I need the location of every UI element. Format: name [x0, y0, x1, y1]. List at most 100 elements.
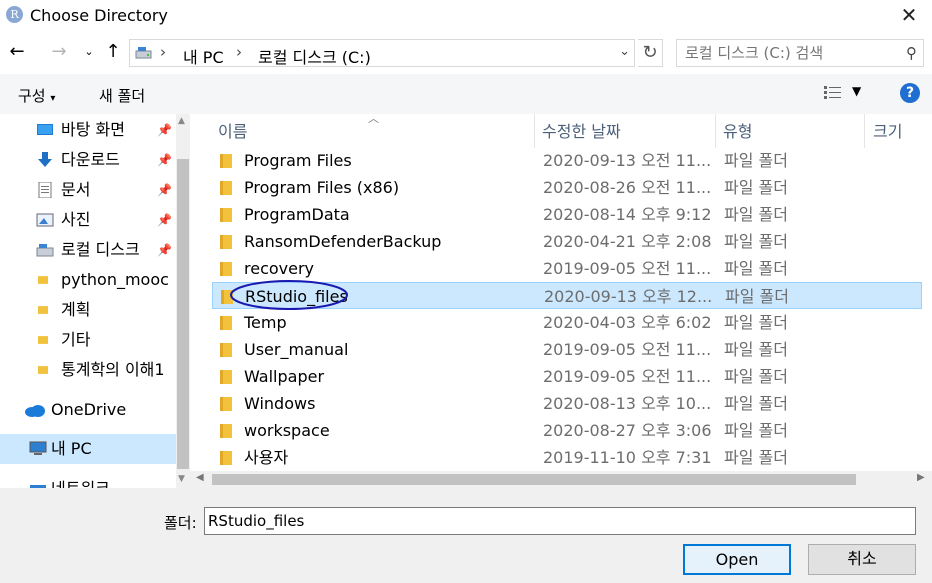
recent-locations-button[interactable]: ⌄	[78, 41, 100, 63]
column-header-date[interactable]: 수정한 날짜	[542, 118, 621, 142]
sidebar-item-statistics[interactable]: 통계학의 이해1	[0, 355, 176, 385]
navigation-bar: ← → ⌄ ↑ › 내 PC › 로컬 디스크 (C:) ⌄ ↻ ⚲	[0, 32, 932, 74]
file-row[interactable]: RansomDefenderBackup 2020-04-21 오후 2:08 파일…	[212, 228, 922, 255]
file-row[interactable]: ProgramData 2020-08-14 오후 9:12 파일 폴더	[212, 201, 922, 228]
sidebar-item-desktop[interactable]: 바탕 화면 📌	[0, 115, 176, 145]
file-row[interactable]: Wallpaper 2019-09-05 오전 11... 파일 폴더	[212, 363, 922, 390]
file-date: 2020-08-13 오후 10...	[543, 394, 712, 413]
title-bar: R Choose Directory ✕	[0, 0, 932, 32]
organize-button[interactable]: 구성 ▾	[18, 85, 55, 106]
folder-icon	[38, 336, 48, 344]
file-date: 2019-09-05 오전 11...	[543, 340, 712, 359]
search-input[interactable]	[685, 43, 885, 63]
pin-icon: 📌	[157, 183, 172, 197]
file-row[interactable]: RStudio_files 2020-09-13 오후 12... 파일 폴더	[212, 280, 922, 310]
file-row[interactable]: Program Files (x86) 2020-08-26 오전 11... 파일…	[212, 174, 922, 201]
file-row[interactable]: Program Files 2020-09-13 오전 11... 파일 폴더	[212, 147, 922, 174]
column-header-name[interactable]: 이름	[218, 118, 247, 142]
sidebar-item-label: 바탕 화면	[61, 120, 125, 139]
file-date: 2020-08-14 오후 9:12	[543, 205, 712, 224]
scrollbar-thumb[interactable]	[177, 159, 189, 469]
open-button[interactable]: Open	[683, 544, 791, 575]
sidebar-item-this-pc[interactable]: 내 PC	[0, 434, 176, 464]
file-type: 파일 폴더	[724, 178, 788, 197]
close-icon[interactable]: ✕	[886, 0, 932, 32]
file-row[interactable]: 사용자 2019-11-10 오후 7:31 파일 폴더	[212, 444, 922, 471]
file-date: 2020-09-13 오전 11...	[543, 151, 712, 170]
sidebar-item-python-mooc[interactable]: python_mooc	[0, 265, 176, 295]
column-divider[interactable]	[864, 114, 865, 148]
sidebar-item-label: python_mooc	[61, 270, 169, 289]
download-icon	[38, 152, 52, 167]
drive-icon	[135, 47, 152, 59]
file-date: 2020-04-03 오후 6:02	[543, 313, 712, 332]
sidebar-item-plan[interactable]: 계획	[0, 295, 176, 325]
file-type: 파일 폴더	[724, 421, 788, 440]
dialog-footer: 폴더: Open 취소	[0, 488, 932, 583]
back-button[interactable]: ←	[6, 41, 28, 63]
folder-icon	[220, 370, 232, 384]
scroll-up-icon[interactable]: ▲	[178, 116, 185, 126]
folder-icon	[220, 154, 232, 168]
sidebar-item-network[interactable]: 네트워크	[0, 474, 176, 488]
column-divider[interactable]	[534, 114, 535, 148]
file-name: RansomDefenderBackup	[244, 232, 442, 251]
column-divider[interactable]	[715, 114, 716, 148]
sidebar-item-label: 사진	[61, 210, 91, 229]
file-list: ︿ 이름 수정한 날짜 유형 크기 Program Files 2020-09-1…	[190, 114, 932, 488]
file-name: Program Files	[244, 151, 352, 170]
navigation-pane: 바탕 화면 📌 다운로드 📌 문서 📌 사진 📌 로컬 디스크 📌 python…	[0, 114, 190, 488]
caret-down-icon: ▾	[50, 93, 56, 104]
cancel-button[interactable]: 취소	[808, 544, 916, 575]
sidebar-item-local-disk[interactable]: 로컬 디스크 📌	[0, 235, 176, 265]
up-button[interactable]: ↑	[102, 41, 124, 63]
view-options-icon[interactable]	[824, 85, 842, 101]
breadcrumb-item[interactable]: 로컬 디스크 (C:)	[258, 44, 371, 68]
sidebar-scrollbar[interactable]: ▲ ▼	[176, 114, 190, 488]
sidebar-item-onedrive[interactable]: OneDrive	[0, 395, 176, 425]
search-box[interactable]: ⚲	[676, 39, 924, 67]
chevron-down-icon[interactable]: ⌄	[619, 44, 630, 59]
pin-icon: 📌	[157, 213, 172, 227]
file-date: 2020-08-27 오후 3:06	[543, 421, 712, 440]
file-name: Temp	[244, 313, 287, 332]
folder-icon	[38, 366, 48, 374]
sidebar-item-documents[interactable]: 문서 📌	[0, 175, 176, 205]
arrow-left-icon: ←	[9, 41, 25, 62]
file-row[interactable]: Temp 2020-04-03 오후 6:02 파일 폴더	[212, 309, 922, 336]
folder-name-input[interactable]	[204, 507, 916, 535]
file-date: 2019-11-10 오후 7:31	[543, 448, 712, 467]
annotation-circle	[230, 280, 348, 310]
sidebar-item-pictures[interactable]: 사진 📌	[0, 205, 176, 235]
file-type: 파일 폴더	[724, 259, 788, 278]
breadcrumb-separator: ›	[236, 43, 242, 61]
refresh-button[interactable]: ↻	[638, 39, 663, 67]
file-row[interactable]: workspace 2020-08-27 오후 3:06 파일 폴더	[212, 417, 922, 444]
file-list-horizontal-scrollbar[interactable]: ◀ ▶	[190, 471, 932, 488]
scroll-down-icon[interactable]: ▼	[178, 474, 185, 484]
file-date: 2020-04-21 오후 2:08	[543, 232, 712, 251]
desktop-icon	[37, 124, 53, 135]
sidebar-item-downloads[interactable]: 다운로드 📌	[0, 145, 176, 175]
column-header-type[interactable]: 유형	[723, 118, 752, 142]
scroll-left-icon[interactable]: ◀	[196, 472, 204, 483]
file-row[interactable]: User_manual 2019-09-05 오전 11... 파일 폴더	[212, 336, 922, 363]
sidebar-item-etc[interactable]: 기타	[0, 325, 176, 355]
sidebar-item-label: 네트워크	[51, 474, 110, 488]
column-header-size[interactable]: 크기	[873, 118, 902, 142]
sidebar-item-label: 기타	[61, 330, 91, 349]
scrollbar-thumb[interactable]	[212, 474, 856, 485]
file-row[interactable]: Windows 2020-08-13 오후 10... 파일 폴더	[212, 390, 922, 417]
help-icon[interactable]: ?	[900, 83, 920, 103]
caret-down-icon[interactable]: ▼	[852, 84, 861, 98]
folder-icon	[220, 181, 232, 195]
forward-button[interactable]: →	[48, 41, 70, 63]
address-bar[interactable]: › 내 PC › 로컬 디스크 (C:) ⌄	[129, 39, 635, 67]
file-type: 파일 폴더	[724, 205, 788, 224]
pin-icon: 📌	[157, 123, 172, 137]
scroll-right-icon[interactable]: ▶	[917, 472, 925, 483]
chevron-down-icon: ⌄	[84, 45, 94, 58]
new-folder-button[interactable]: 새 폴더	[99, 85, 145, 106]
file-name: ProgramData	[244, 205, 350, 224]
breadcrumb-item[interactable]: 내 PC	[183, 44, 224, 68]
